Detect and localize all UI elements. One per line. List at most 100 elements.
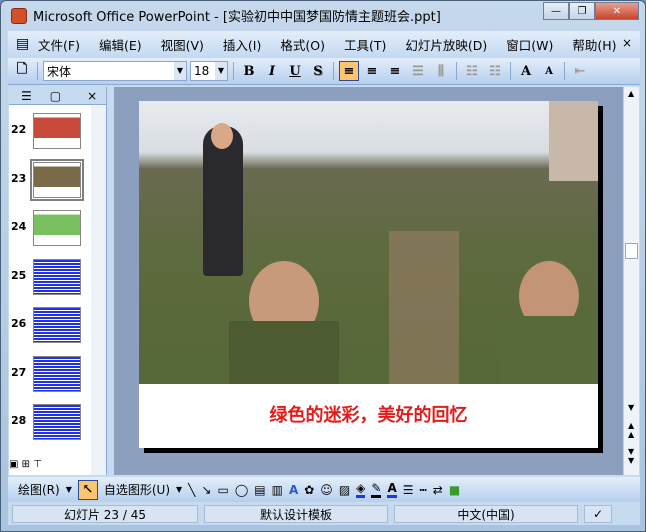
slide-canvas[interactable]: 绿色的迷彩，美好的回忆 (139, 101, 598, 448)
chevron-down-icon[interactable]: ▼ (215, 62, 227, 80)
textbox-icon[interactable]: ▤ (254, 483, 265, 497)
numbering-icon[interactable]: ☷ (462, 61, 482, 81)
thumbnail-image[interactable] (30, 158, 84, 201)
vertical-textbox-icon[interactable]: ▥ (272, 483, 283, 497)
font-color-icon[interactable]: A (387, 481, 397, 498)
wordart-icon[interactable]: A (289, 483, 298, 497)
menu-window[interactable]: 窗口(W) (506, 35, 553, 54)
status-bar: 幻灯片 23 / 45 默认设计模板 中文(中国) ✓ (8, 503, 640, 525)
align-left-icon[interactable]: ≡ (339, 61, 359, 81)
menu-edit[interactable]: 编辑(E) (99, 35, 142, 54)
document-icon[interactable]: ▤ (16, 36, 38, 52)
slide-thumbnail[interactable]: 25 (9, 258, 89, 299)
menu-view[interactable]: 视图(V) (161, 35, 204, 54)
slideshow-view-icon[interactable]: ⊤ (33, 459, 42, 470)
vertical-text-icon[interactable]: ⫼ (431, 61, 451, 81)
distribute-icon[interactable]: ☰ (408, 61, 428, 81)
bold-button[interactable]: B (239, 61, 259, 81)
autoshapes-menu[interactable]: 自选图形(U) (104, 481, 170, 498)
app-window: Microsoft Office PowerPoint - [实验初中中国梦国防… (0, 0, 646, 532)
thumbnail-image[interactable] (33, 210, 81, 246)
minimize-button[interactable]: — (543, 2, 569, 20)
font-select[interactable]: 宋体 ▼ (43, 61, 187, 81)
powerpoint-icon (11, 7, 27, 24)
slide-thumbnail[interactable]: 26 (9, 307, 89, 347)
slide-thumbnail[interactable]: 23 (9, 158, 89, 202)
format-toolbar: 🗋 宋体 ▼ 18 ▼ B I U S ≡ ≡ ≡ ☰ ⫼ ☷ ☷ A A ⇤ (8, 58, 640, 85)
next-slide-icon[interactable]: ▼ ▼ (628, 447, 634, 465)
underline-button[interactable]: U (285, 61, 305, 81)
slide-number: 26 (11, 317, 27, 330)
slide-number: 25 (11, 268, 27, 282)
thumbnail-image[interactable] (33, 113, 81, 149)
slide-thumbnail[interactable]: 22 (9, 113, 89, 153)
window-title: Microsoft Office PowerPoint - [实验初中中国梦国防… (33, 10, 441, 25)
menu-insert[interactable]: 插入(I) (223, 35, 261, 54)
draw-menu[interactable]: 绘图(R) (18, 481, 60, 498)
restore-button[interactable]: ❐ (569, 2, 595, 20)
slide-thumbnail[interactable]: 28 (9, 404, 89, 444)
thumbnail-image[interactable] (33, 404, 81, 440)
size-select[interactable]: 18 ▼ (190, 61, 228, 81)
dash-style-icon[interactable]: ┅ (420, 483, 427, 497)
thumbnail-image[interactable] (33, 355, 81, 392)
close-document-button[interactable]: × (622, 36, 632, 50)
previous-slide-icon[interactable]: ▲ ▲ (628, 421, 634, 439)
status-slide-count: 幻灯片 23 / 45 (12, 505, 198, 523)
picture-icon[interactable]: ▨ (339, 483, 350, 497)
bullets-icon[interactable]: ☷ (485, 61, 505, 81)
slide-number: 27 (11, 365, 27, 379)
close-button[interactable]: ✕ (595, 2, 639, 20)
italic-button[interactable]: I (262, 61, 282, 81)
slide-thumbnail[interactable]: 24 (9, 210, 89, 250)
spellcheck-icon[interactable]: ✓ (584, 505, 612, 523)
pane-close-button[interactable]: × (87, 89, 97, 103)
menu-file[interactable]: 文件(F) (38, 35, 80, 54)
new-icon[interactable]: 🗋 (12, 61, 32, 81)
clipart-icon[interactable]: ☺ (320, 483, 333, 497)
rectangle-icon[interactable]: ▭ (217, 483, 228, 497)
shadow-button[interactable]: S (308, 61, 328, 81)
slide-photo[interactable] (139, 101, 598, 384)
menu-format[interactable]: 格式(O) (280, 35, 325, 54)
oval-icon[interactable]: ◯ (235, 483, 248, 497)
fill-color-icon[interactable]: ◈ (356, 481, 366, 498)
increase-font-button[interactable]: A (516, 61, 536, 81)
menu-slideshow[interactable]: 幻灯片放映(D) (405, 35, 487, 54)
scroll-up-icon[interactable]: ▲ (628, 89, 634, 98)
pane-scrollbar[interactable] (91, 105, 106, 475)
menu-bar: ▤ 文件(F) 编辑(E) 视图(V) 插入(I) 格式(O) 工具(T) 幻灯… (8, 31, 640, 57)
shadow-style-icon[interactable]: ■ (449, 483, 460, 497)
menu-help[interactable]: 帮助(H) (572, 35, 616, 54)
decrease-font-button[interactable]: A (539, 61, 559, 81)
outline-tab-icon[interactable]: ☰ (21, 89, 32, 103)
view-buttons: ▣ ⊞ ⊤ (9, 459, 42, 470)
thumbnail-image[interactable] (33, 307, 81, 343)
sorter-view-icon[interactable]: ⊞ (22, 459, 30, 470)
indent-icon[interactable]: ⇤ (570, 61, 590, 81)
status-template: 默认设计模板 (204, 505, 388, 523)
scroll-thumb[interactable] (625, 243, 638, 259)
slide-number: 28 (11, 414, 27, 427)
align-center-icon[interactable]: ≡ (362, 61, 382, 81)
slides-pane: ☰ ▢ × 22 23 24 25 26 27 28 (9, 87, 107, 475)
thumbnail-image[interactable] (33, 258, 81, 295)
chevron-down-icon[interactable]: ▼ (174, 62, 186, 80)
font-value: 宋体 (47, 64, 72, 79)
arrow-style-icon[interactable]: ⇄ (433, 483, 443, 497)
normal-view-icon[interactable]: ▣ (9, 459, 18, 470)
line-color-icon[interactable]: ✎ (371, 481, 382, 498)
line-style-icon[interactable]: ☰ (403, 483, 414, 497)
align-right-icon[interactable]: ≡ (385, 61, 405, 81)
vertical-scrollbar[interactable]: ▲ ▼ ▲ ▲ ▼ ▼ (623, 87, 639, 475)
slide-number: 24 (11, 220, 27, 233)
slides-tab-icon[interactable]: ▢ (50, 89, 61, 103)
arrow-icon[interactable]: ↘ (201, 483, 211, 497)
line-icon[interactable]: ╲ (188, 483, 195, 497)
diagram-icon[interactable]: ✿ (304, 483, 314, 497)
slide-thumbnail[interactable]: 27 (9, 355, 89, 396)
slide-caption[interactable]: 绿色的迷彩，美好的回忆 (139, 401, 598, 427)
select-pointer-icon[interactable]: ↖ (77, 479, 98, 500)
scroll-down-icon[interactable]: ▼ (628, 403, 634, 412)
menu-tools[interactable]: 工具(T) (344, 35, 386, 54)
